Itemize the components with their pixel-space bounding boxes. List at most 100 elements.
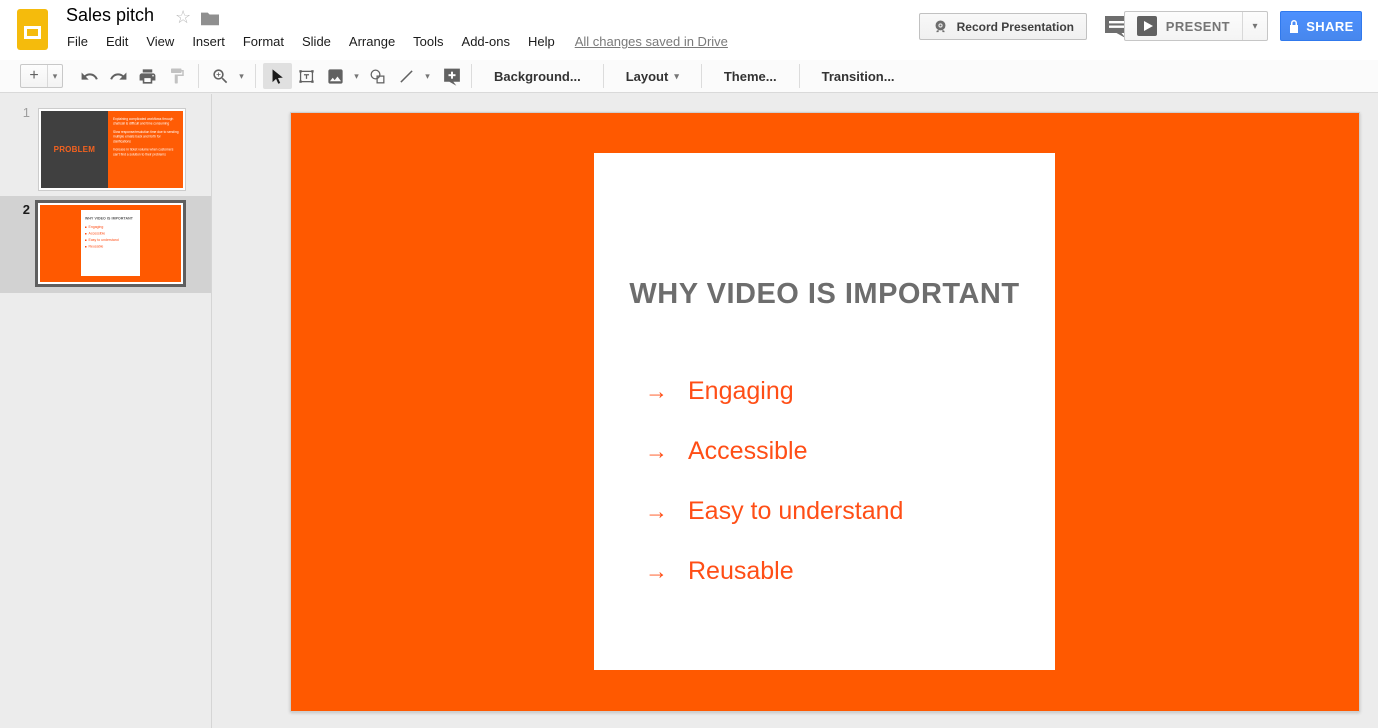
slide-1-title: PROBLEM (54, 145, 95, 154)
toolbar-separator (603, 64, 604, 88)
present-button-group: PRESENT ▾ (1124, 11, 1268, 41)
editing-canvas[interactable]: WHY VIDEO IS IMPORTANT → Engaging → Acce… (213, 94, 1378, 728)
slide-1-paragraph: Increase in ticket volume when customers… (113, 148, 179, 157)
saved-status-link[interactable]: All changes saved in Drive (566, 30, 737, 53)
chevron-down-icon: ▾ (354, 71, 359, 81)
record-presentation-button[interactable]: Record Presentation (919, 13, 1087, 40)
print-button[interactable] (133, 63, 162, 89)
menu-slide[interactable]: Slide (293, 30, 340, 53)
slide-2-thumb-title: WHY VIDEO IS IMPORTANT (85, 217, 136, 221)
layout-button[interactable]: Layout ▾ (611, 69, 694, 84)
present-button[interactable]: PRESENT (1125, 12, 1242, 40)
slide-2-thumb-bullet: Reusable (85, 245, 136, 249)
slide-title[interactable]: WHY VIDEO IS IMPORTANT (594, 278, 1055, 311)
menu-arrange[interactable]: Arrange (340, 30, 404, 53)
menu-view[interactable]: View (137, 30, 183, 53)
bullet-text: Engaging (88, 226, 103, 230)
slides-logo-icon[interactable] (17, 9, 48, 50)
menu-insert[interactable]: Insert (183, 30, 234, 53)
layout-label: Layout (626, 69, 669, 84)
image-dropdown[interactable]: ▾ (350, 71, 363, 82)
select-tool-button[interactable] (263, 63, 292, 89)
arrow-bullet-icon: → (645, 438, 688, 465)
redo-icon (109, 67, 128, 86)
slide-content-card[interactable]: WHY VIDEO IS IMPORTANT → Engaging → Acce… (594, 153, 1055, 670)
toolbar-separator (255, 64, 256, 88)
share-button[interactable]: SHARE (1280, 11, 1362, 41)
slide-1-paragraph: Explaining complicated workflows through… (113, 117, 179, 126)
bullet-item[interactable]: → Easy to understand (645, 481, 1055, 541)
insert-comment-button[interactable] (440, 65, 464, 87)
slide-number: 2 (12, 202, 30, 217)
slide-filmstrip: 1 PROBLEM Explaining complicated workflo… (0, 94, 212, 728)
text-box-tool-button[interactable] (292, 63, 321, 89)
toolbar: + ▾ ▾ ▾ ▾ (0, 60, 1378, 93)
shape-tool-button[interactable] (363, 63, 392, 89)
menu-help[interactable]: Help (519, 30, 564, 53)
slide-1-dark-panel: PROBLEM (41, 111, 108, 188)
comment-plus-icon (441, 66, 463, 87)
bullet-label: Reusable (688, 557, 794, 586)
chevron-down-icon: ▾ (674, 71, 679, 82)
new-slide-dropdown[interactable]: ▾ (47, 65, 62, 87)
slide-2-thumb-inner: WHY VIDEO IS IMPORTANT Engaging Accessib… (81, 210, 140, 249)
slide-2-thumbnail[interactable]: WHY VIDEO IS IMPORTANT Engaging Accessib… (35, 200, 186, 287)
bullet-text: Accessible (88, 232, 105, 236)
slide-bullet-list[interactable]: → Engaging → Accessible → Easy to unders… (594, 361, 1055, 601)
bullet-label: Accessible (688, 437, 808, 466)
slide-2-thumb-content: WHY VIDEO IS IMPORTANT Engaging Accessib… (40, 205, 181, 282)
chevron-down-icon: ▾ (239, 71, 244, 81)
slide-2-thumb-bullet: Easy to understand (85, 239, 136, 243)
bullet-label: Engaging (688, 377, 794, 406)
present-dropdown-button[interactable]: ▾ (1242, 12, 1267, 40)
menu-addons[interactable]: Add-ons (453, 30, 519, 53)
menu-file[interactable]: File (58, 30, 97, 53)
theme-button[interactable]: Theme... (709, 69, 792, 84)
bullet-label: Easy to understand (688, 497, 903, 526)
transition-button[interactable]: Transition... (807, 69, 910, 84)
bullet-square-icon (85, 227, 87, 229)
print-icon (138, 67, 157, 86)
zoom-dropdown[interactable]: ▾ (235, 71, 248, 82)
redo-button[interactable] (104, 63, 133, 89)
slide-1-thumb-content: PROBLEM Explaining complicated workflows… (41, 111, 183, 188)
line-dropdown[interactable]: ▾ (421, 71, 434, 82)
folder-icon[interactable] (201, 11, 219, 26)
menu-tools[interactable]: Tools (404, 30, 452, 53)
line-tool-button[interactable] (392, 63, 421, 89)
lock-icon (1288, 19, 1300, 34)
current-slide[interactable]: WHY VIDEO IS IMPORTANT → Engaging → Acce… (290, 112, 1360, 712)
app-header: Sales pitch ☆ File Edit View Insert Form… (0, 0, 1378, 60)
paint-format-button (162, 63, 191, 89)
toolbar-separator (198, 64, 199, 88)
bullet-text: Reusable (88, 245, 103, 249)
arrow-bullet-icon: → (645, 498, 688, 525)
star-icon[interactable]: ☆ (175, 7, 191, 28)
slides-logo-inner (24, 26, 41, 39)
bullet-item[interactable]: → Reusable (645, 541, 1055, 601)
text-box-icon (297, 67, 316, 86)
menu-edit[interactable]: Edit (97, 30, 137, 53)
slide-1-orange-panel: Explaining complicated workflows through… (108, 111, 183, 188)
new-slide-button[interactable]: + (21, 65, 47, 87)
filmstrip-row-2-selected[interactable]: 2 WHY VIDEO IS IMPORTANT Engaging Access… (0, 196, 211, 293)
menubar: File Edit View Insert Format Slide Arran… (58, 30, 737, 53)
bullet-item[interactable]: → Engaging (645, 361, 1055, 421)
menu-format[interactable]: Format (234, 30, 293, 53)
paint-format-icon (168, 67, 186, 85)
zoom-button[interactable] (206, 63, 235, 89)
present-label: PRESENT (1166, 19, 1230, 34)
background-button[interactable]: Background... (479, 69, 596, 84)
document-title[interactable]: Sales pitch (66, 5, 154, 26)
slide-1-thumbnail[interactable]: PROBLEM Explaining complicated workflows… (38, 108, 186, 191)
bullet-item[interactable]: → Accessible (645, 421, 1055, 481)
bullet-square-icon (85, 233, 87, 235)
cursor-arrow-icon (269, 68, 286, 85)
filmstrip-row-1[interactable]: 1 PROBLEM Explaining complicated workflo… (0, 99, 211, 194)
toolbar-separator (471, 64, 472, 88)
transition-label: Transition... (822, 69, 895, 84)
plus-icon: + (29, 67, 38, 85)
undo-button[interactable] (75, 63, 104, 89)
shape-icon (368, 67, 387, 86)
insert-image-button[interactable] (321, 63, 350, 89)
